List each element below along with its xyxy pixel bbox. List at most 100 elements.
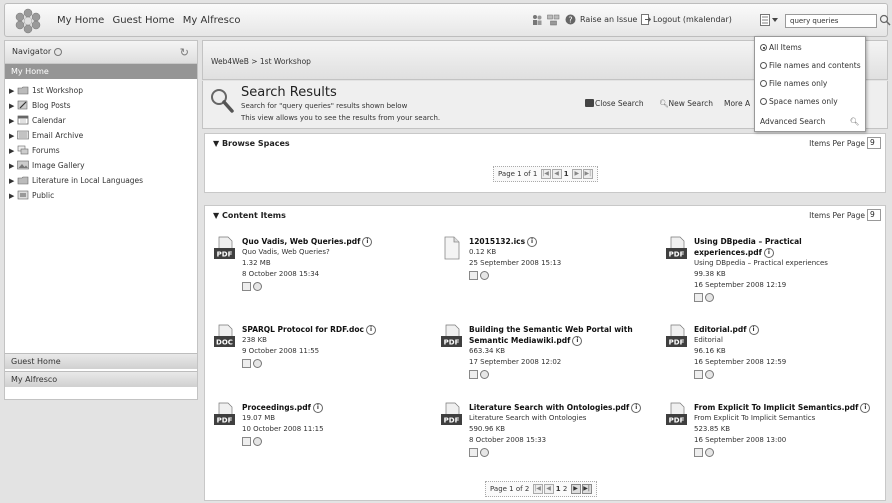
properties-icon[interactable] [694,448,703,457]
first-page-icon[interactable]: |◀ [540,169,551,179]
my-alfresco-link[interactable]: My Alfresco [183,15,241,26]
more-actions-icon[interactable] [480,370,489,379]
pdf-icon[interactable]: PDF [440,402,463,426]
items-per-page-input[interactable]: 9 [867,209,881,221]
generic-file-icon[interactable] [440,236,463,260]
items-per-page-input[interactable]: 9 [867,137,881,149]
content-item-name[interactable]: SPARQL Protocol for RDF.doc i [242,324,452,335]
more-actions-icon[interactable] [705,370,714,379]
doc-icon[interactable]: DOC [213,324,236,348]
properties-icon[interactable] [469,271,478,280]
sidebar-item-blog-posts[interactable]: ▶ Blog Posts [9,98,197,113]
content-item-name[interactable]: Proceedings.pdf i [242,402,452,413]
expand-icon[interactable]: ▶ [9,159,17,174]
more-actions-icon[interactable] [253,437,262,446]
refresh-icon[interactable]: ↻ [180,46,189,59]
pdf-icon[interactable]: PDF [665,236,688,260]
expand-icon[interactable]: ▶ [9,189,17,204]
navigator-menu[interactable]: Navigator [12,47,62,56]
info-icon[interactable]: i [527,237,538,247]
properties-icon[interactable] [469,370,478,379]
more-actions-icon[interactable] [253,282,262,291]
sidebar-item-image-gallery[interactable]: ▶ Image Gallery [9,158,197,173]
info-icon[interactable]: i [366,325,376,335]
more-actions-icon[interactable] [253,359,262,368]
option-file-names-contents[interactable]: File names and contents [760,61,861,70]
content-item-name[interactable]: From Explicit To Implicit Semantics.pdf i [694,402,892,413]
next-page-icon[interactable]: ▶ [570,484,581,494]
pdf-icon[interactable]: PDF [213,402,236,426]
guest-home-link[interactable]: Guest Home [112,15,174,26]
first-page-icon[interactable]: |◀ [532,484,543,494]
content-items-toggle[interactable]: ▼ Content Items [213,211,286,220]
info-icon[interactable]: i [748,325,759,335]
sidebar-item-calendar[interactable]: ▶ Calendar [9,113,197,128]
sidebar-item-literature-local-languages[interactable]: ▶ Literature in Local Languages [9,173,197,188]
advanced-search-link[interactable]: Advanced Search 🔍︎ [760,117,859,126]
page-2-link[interactable]: 2 [563,485,567,493]
properties-icon[interactable] [242,359,251,368]
content-item-name[interactable]: Building the Semantic Web Portal with Se… [469,324,641,346]
info-icon[interactable]: i [860,403,871,413]
expand-icon[interactable]: ▶ [9,174,17,189]
content-item-name[interactable]: Using DBpedia – Practical experiences.pd… [694,236,866,258]
my-home-link[interactable]: My Home [57,15,104,26]
groups-icon[interactable] [547,14,560,26]
help-icon[interactable]: ? [565,14,576,25]
expand-icon[interactable]: ▶ [9,144,17,159]
sidebar-item-1st-workshop[interactable]: ▶ 1st Workshop [9,83,197,98]
navigator-dropdown-icon[interactable] [53,47,62,56]
more-actions-icon[interactable] [705,448,714,457]
pdf-icon[interactable]: PDF [665,402,688,426]
pdf-icon[interactable]: PDF [665,324,688,348]
more-actions-icon[interactable] [705,293,714,302]
search-options-icon[interactable] [760,14,780,26]
properties-icon[interactable] [242,282,251,291]
search-icon[interactable] [879,13,891,27]
expand-icon[interactable]: ▶ [9,99,17,114]
browse-spaces-toggle[interactable]: ▼ Browse Spaces [213,139,290,148]
new-search-button[interactable]: 🔍︎New Search [659,99,713,108]
expand-icon[interactable]: ▶ [9,129,17,144]
sidebar-item-email-archive[interactable]: ▶ Email Archive [9,128,197,143]
info-icon[interactable]: i [763,248,774,258]
option-file-names-only[interactable]: File names only [760,79,827,88]
prev-page-icon[interactable]: ◀ [551,169,562,179]
guest-home-tab[interactable]: Guest Home [5,353,197,369]
properties-icon[interactable] [469,448,478,457]
properties-icon[interactable] [694,293,703,302]
last-page-icon[interactable]: ▶| [581,484,592,494]
my-alfresco-tab[interactable]: My Alfresco [5,371,197,387]
info-icon[interactable]: i [362,237,373,247]
sidebar-current-space[interactable]: My Home [5,64,197,79]
option-space-names-only[interactable]: Space names only [760,97,838,106]
search-input[interactable]: query queries [785,14,877,28]
content-item-name[interactable]: Editorial.pdf i [694,324,892,335]
info-icon[interactable]: i [631,403,642,413]
page-1-link[interactable]: 1 [556,485,561,493]
sidebar-item-public[interactable]: ▶ Public [9,188,197,203]
expand-icon[interactable]: ▶ [9,114,17,129]
option-all-items[interactable]: All Items [760,43,802,52]
prev-page-icon[interactable]: ◀ [543,484,554,494]
info-icon[interactable]: i [572,336,583,346]
sidebar-item-forums[interactable]: ▶ Forums [9,143,197,158]
more-actions-button[interactable]: More A [724,99,750,108]
more-actions-icon[interactable] [480,448,489,457]
info-icon[interactable]: i [312,403,323,413]
properties-icon[interactable] [694,370,703,379]
close-search-button[interactable]: Close Search [585,99,644,108]
users-icon[interactable] [531,14,543,26]
expand-icon[interactable]: ▶ [9,84,17,99]
pdf-icon[interactable]: PDF [440,324,463,348]
more-actions-icon[interactable] [480,271,489,280]
alfresco-logo[interactable] [15,8,41,34]
content-item-name[interactable]: Literature Search with Ontologies.pdf i [469,402,679,413]
properties-icon[interactable] [242,437,251,446]
content-item-name[interactable]: 12015132.ics i [469,236,679,247]
logout-link[interactable]: Logout (mkalendar) [653,15,732,24]
last-page-icon[interactable]: ▶| [582,169,593,179]
pdf-icon[interactable]: PDF [213,236,236,260]
content-item-name[interactable]: Quo Vadis, Web Queries.pdf i [242,236,452,247]
raise-issue-link[interactable]: Raise an Issue [580,15,637,24]
